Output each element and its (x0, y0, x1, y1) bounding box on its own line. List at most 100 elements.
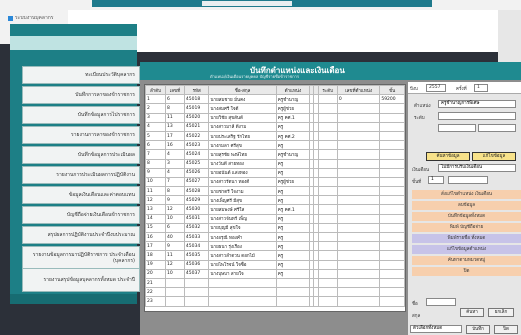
nav-button-4[interactable]: รายงานการลาของข้าราชการ (22, 126, 140, 144)
table-row[interactable]: 2 8 45019 นางสมศรี ใจดี ครูผู้ช่วย (145, 103, 405, 114)
table-row[interactable]: 8 3 45025 นางวันดี สายทอง ครู (145, 158, 405, 169)
table-cell: นายสุรชัย พงษ์ไทย (208, 149, 277, 160)
data-grid[interactable]: ลำดับ เลขที่ รหัส ชื่อ-สกุล ตำแหน่ง ระดับ เลขท… (144, 84, 406, 312)
table-cell: 45024 (183, 149, 210, 160)
nav-button-5[interactable]: บันทึกข้อมูลการประเมินผล (22, 146, 140, 164)
column-header[interactable]: ขั้น (379, 84, 405, 96)
table-cell: นางสาวรัตนา ทองดี (208, 176, 277, 188)
table-cell (336, 186, 381, 197)
table-cell (317, 195, 338, 206)
name-input[interactable] (426, 298, 456, 306)
column-header[interactable]: เลขที่ตำแหน่ง (336, 84, 381, 96)
table-row[interactable]: 9 4 45026 นายอนันต์ แสงทอง ครู (145, 167, 405, 178)
field-b[interactable] (478, 124, 516, 132)
table-row[interactable]: 17 9 45034 นายธนา รุ่งเรือง ครู (145, 241, 405, 252)
nav-button-6[interactable]: รายงานการประเมินผลการปฏิบัติงาน (22, 166, 140, 184)
table-cell (275, 296, 311, 307)
table-row[interactable]: 4 13 45021 นางสาวมาลี ดีงาม ครู (145, 121, 405, 132)
action-button-1[interactable]: สั่งแก้ไขตำแหน่ง เงินเดือน (412, 190, 521, 199)
nav-button-7[interactable]: ข้อมูลเงินเดือนและค่าตอบแทน (22, 186, 140, 204)
action-button-4[interactable]: พิมพ์ บัญชีถือจ่าย (412, 223, 521, 232)
table-cell (317, 176, 338, 188)
find-button[interactable]: ค้นหา (460, 308, 484, 317)
footer-close-button[interactable]: ปิด (494, 325, 518, 334)
table-cell (317, 259, 338, 270)
nav-top-band (10, 36, 137, 50)
round-field[interactable]: 1 (474, 84, 488, 92)
table-row[interactable]: 1 6 45018 นายสมชาย มั่นคง ครูชำนาญ 0 59200 (145, 94, 405, 105)
column-header[interactable]: เลขที่ (164, 84, 185, 96)
table-cell: นายชาตรี ใจงาม (208, 186, 277, 197)
nav-button-9[interactable]: สรุปผลการปฏิบัติงานประจำปีงบประมาณ (22, 226, 140, 244)
table-cell: ครู คศ.2 (275, 130, 311, 142)
nav-button-2[interactable]: บันทึกการลาของข้าราชการ (22, 86, 140, 104)
table-cell: ครู คศ.1 (275, 204, 311, 215)
nav-button-10[interactable]: รายงานข้อมูลการมาปฏิบัติราชการ ประจำเดือ… (22, 246, 140, 270)
table-row[interactable]: 19 12 45036 นายไพโรจน์ ใจซื่อ ครู (145, 259, 405, 270)
action-button-6[interactable]: แก้ไขข้อมูลตำแหน่ง (412, 245, 521, 254)
nav-button-8[interactable]: บัญชีถือจ่ายเงินเดือนข้าราชการ (22, 206, 140, 224)
step-field-2[interactable] (448, 176, 488, 184)
table-row[interactable]: 11 8 45028 นายชาตรี ใจงาม ครู (145, 186, 405, 197)
table-cell (336, 176, 381, 188)
table-row[interactable]: 23 (145, 296, 405, 307)
level-select[interactable] (438, 112, 516, 120)
table-cell (336, 204, 381, 215)
table-row[interactable]: 16 40 45033 นางอรุณี ทองคำ ครู (145, 231, 405, 243)
table-row[interactable]: 21 (145, 277, 405, 289)
table-row[interactable]: 20 10 45037 นางบุษบา สายใจ ครู (145, 268, 405, 279)
action-button-2[interactable]: ลบข้อมูล (412, 201, 521, 210)
table-cell (379, 250, 405, 261)
position-select[interactable]: ครูชำนาญการพิเศษ (438, 100, 516, 108)
table-row[interactable]: 18 11 45035 นางสาวลำดวน ดอกไม้ ครู (145, 250, 405, 261)
table-cell: 3 (145, 112, 166, 123)
table-cell: ครู คศ.1 (275, 112, 311, 123)
column-header[interactable]: รหัส (183, 84, 210, 96)
action-button-5[interactable]: พิมพ์รายชื่อ ทั้งหมด (412, 234, 521, 243)
table-cell: 45031 (183, 213, 210, 224)
table-cell: 45037 (183, 268, 210, 279)
table-cell (379, 195, 405, 206)
table-cell (164, 296, 185, 307)
table-cell: ครู (275, 158, 311, 169)
nav-button-3[interactable]: บันทึกข้อมูลการไปราชการ (22, 106, 140, 124)
table-row[interactable]: 5 17 45022 นายประเสริฐ รักไทย ครู คศ.2 (145, 130, 405, 142)
nav-button-11[interactable]: รายงานสรุปข้อมูลบุคลากรทั้งหมด ประจำปี (22, 268, 140, 292)
table-cell (379, 158, 405, 169)
action-button-8[interactable]: ปิด (412, 267, 521, 276)
table-cell: 45035 (183, 250, 210, 261)
table-row[interactable]: 12 9 45029 นางเพ็ญศรี มีสุข ครู (145, 195, 405, 206)
edit-data-button[interactable]: แก้ไขข้อมูล (472, 152, 516, 161)
table-cell (336, 112, 381, 123)
column-header[interactable]: ชื่อ-สกุล (208, 84, 277, 96)
nav-button-1[interactable]: ทะเบียนประวัติบุคลากร (22, 66, 140, 84)
table-row[interactable]: 7 4 45024 นายสุรชัย พงษ์ไทย ครูชำนาญ (145, 149, 405, 160)
table-row[interactable]: 10 7 45027 นางสาวรัตนา ทองดี ครูผู้ช่วย (145, 176, 405, 188)
step-field[interactable]: 1 (428, 176, 444, 184)
action-button-7[interactable]: ค้นหาตามหมวดหมู่ (412, 256, 521, 265)
table-cell: ครู (275, 121, 311, 132)
action-button-3[interactable]: บันทึกข้อมูลทั้งหมด (412, 212, 521, 221)
table-cell: 12 (164, 259, 185, 270)
table-cell (379, 176, 405, 188)
table-cell: ครู (275, 250, 311, 261)
cancel-button[interactable]: ยกเลิก (488, 308, 514, 317)
table-cell: 4 (164, 167, 185, 178)
table-cell: นางเพ็ญศรี มีสุข (208, 195, 277, 206)
table-row[interactable]: 14 10 45031 นางสาวจันทร์ เพ็ญ ครู (145, 213, 405, 224)
footer-save-button[interactable]: บันทึก (466, 325, 490, 334)
year-field[interactable]: 2557 (426, 84, 446, 92)
search-data-button[interactable]: ค้นหาข้อมูล (426, 152, 470, 161)
field-a[interactable] (438, 124, 476, 132)
table-row[interactable]: 13 12 45030 นายสมพงษ์ ศรีใส ครู คศ.1 (145, 204, 405, 215)
table-row[interactable]: 15 6 45032 นายบุญมี สุขใจ ครู (145, 222, 405, 234)
column-header[interactable]: ลำดับ (145, 84, 166, 96)
table-cell (379, 296, 405, 307)
column-header[interactable]: ระดับ (317, 84, 338, 96)
footer-select[interactable]: ตัวเลือกทั้งหมด (410, 325, 462, 333)
column-header[interactable]: ตำแหน่ง (275, 84, 311, 96)
table-row[interactable]: 3 11 45020 นายวิชัย สุขสันต์ ครู คศ.1 (145, 112, 405, 123)
table-row[interactable]: 6 16 45023 นางกมลา ศรีสุข ครู (145, 140, 405, 151)
table-row[interactable]: 22 (145, 287, 405, 298)
salary-field[interactable]: ไม่มีการปรับเงินเดือน (438, 164, 516, 172)
